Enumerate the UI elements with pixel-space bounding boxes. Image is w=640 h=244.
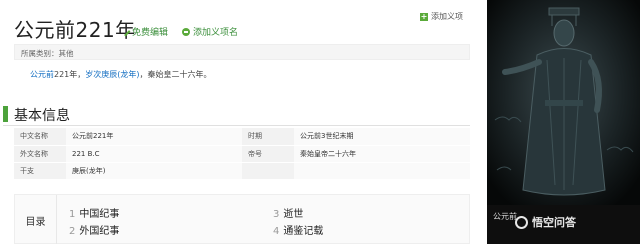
toc-label: 目录	[15, 195, 57, 244]
section-accent-bar	[3, 106, 8, 122]
section-divider	[3, 125, 470, 126]
add-item-label: 添加义项名	[193, 28, 239, 38]
summary-text-1: 221年，	[54, 70, 86, 79]
info-value: 221 B.C	[66, 145, 242, 163]
table-row: 干支 庚辰(龙年)	[14, 162, 470, 180]
info-key: 帝号	[242, 145, 294, 163]
watermark-text: 悟空问答	[532, 216, 576, 229]
info-value	[294, 162, 470, 180]
album-caption: 公元前	[493, 212, 517, 221]
info-key: 中文名称	[14, 128, 66, 146]
toc-item[interactable]: 3 逝世	[273, 205, 303, 220]
table-row: 外文名称 221 B.C 帝号 秦始皇帝二十六年	[14, 145, 470, 163]
table-row: 中文名称 公元前221年 时期 公元前3世纪末期	[14, 128, 470, 146]
summary-link-year[interactable]: 公元前	[30, 70, 54, 79]
category-bar: 所属类别：其他	[14, 44, 470, 60]
toc-item-number: 3	[273, 209, 280, 220]
toc-item-number: 4	[273, 226, 280, 237]
info-key: 干支	[14, 162, 66, 180]
plus-icon: +	[420, 11, 428, 21]
title-actions: 免费编辑 添加义项名	[120, 25, 238, 38]
toc-item-text: 外国纪事	[79, 226, 120, 237]
table-of-contents: 目录 1 中国纪事 2 外国纪事 3 逝世 4 通鉴记载	[14, 194, 470, 244]
emperor-relief-image	[487, 0, 640, 205]
edit-label: 免费编辑	[132, 28, 169, 38]
basic-info-table: 中文名称 公元前221年 时期 公元前3世纪末期 外文名称 221 B.C 帝号…	[14, 128, 470, 180]
album-panel[interactable]: 公元前	[487, 0, 640, 244]
edit-button[interactable]: 免费编辑	[120, 25, 169, 38]
info-key	[242, 162, 294, 180]
summary-link-ganzhi[interactable]: 岁次庚辰(龙年)	[85, 70, 139, 79]
info-key: 时期	[242, 128, 294, 146]
watermark-logo-icon	[515, 215, 528, 229]
info-value: 庚辰(龙年)	[66, 162, 242, 180]
info-value: 秦始皇帝二十六年	[294, 145, 470, 163]
toc-item[interactable]: 4 通鉴记载	[273, 222, 323, 237]
add-item-button[interactable]: + 添加义项	[420, 11, 463, 22]
toc-item[interactable]: 1 中国纪事	[69, 205, 119, 220]
toc-item-text: 逝世	[283, 209, 304, 220]
info-key: 外文名称	[14, 145, 66, 163]
toc-item-number: 2	[69, 226, 76, 237]
top-add-label: 添加义项	[431, 12, 463, 21]
watermark: 悟空问答	[515, 214, 576, 230]
add-item-name-button[interactable]: 添加义项名	[182, 25, 238, 38]
info-value: 公元前3世纪末期	[294, 128, 470, 146]
add-circle-icon	[182, 27, 191, 36]
summary-text-2: ，秦始皇二十六年。	[139, 70, 212, 79]
summary-text: 公元前221年，岁次庚辰(龙年)，秦始皇二十六年。	[30, 69, 212, 80]
info-value: 公元前221年	[66, 128, 242, 146]
section-title: 基本信息	[14, 108, 70, 124]
toc-item-number: 1	[69, 209, 76, 220]
page-title: 公元前221年	[14, 18, 136, 42]
pencil-icon	[120, 26, 131, 37]
toc-item-text: 中国纪事	[79, 209, 120, 220]
toc-item-text: 通鉴记载	[283, 226, 324, 237]
toc-item[interactable]: 2 外国纪事	[69, 222, 119, 237]
